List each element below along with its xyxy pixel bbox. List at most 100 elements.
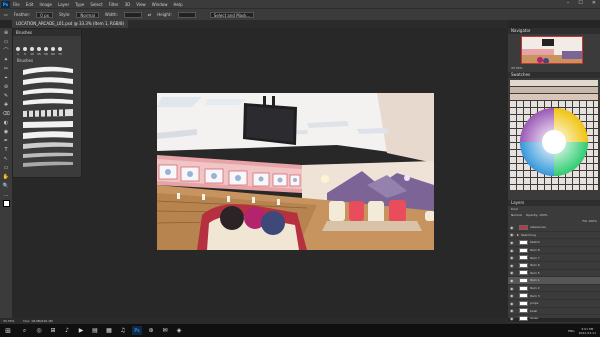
brush-preset[interactable]: 5 (23, 47, 27, 56)
move-tool-icon[interactable]: ⊕ (0, 28, 12, 37)
color-swatches-grid[interactable] (510, 80, 598, 190)
width-input[interactable] (123, 11, 142, 18)
opacity-input[interactable]: Opacity: 100% (526, 213, 548, 217)
document-canvas[interactable] (157, 93, 434, 250)
hand-tool-icon[interactable]: ✋ (0, 172, 12, 181)
files-icon[interactable]: ▤ (90, 326, 100, 335)
search-icon[interactable]: ⌕ (19, 326, 30, 335)
music-app-icon[interactable]: ♪ (62, 326, 72, 335)
layer-kind-filter[interactable]: Kind (511, 207, 518, 211)
select-and-mask-button[interactable]: Select and Mask... (209, 11, 255, 18)
eyedropper-tool-icon[interactable]: ⌖ (0, 73, 12, 82)
menu-file[interactable]: File (13, 2, 20, 7)
layer-row[interactable]: ◉ Item 8 (508, 247, 600, 255)
mail-icon[interactable]: ✉ (160, 326, 170, 335)
layer-row[interactable]: ◉ bowl (508, 308, 600, 316)
eye-icon[interactable]: ◉ (510, 308, 515, 313)
eye-icon[interactable]: ◉ (510, 316, 515, 321)
brush-preset[interactable]: 60 (51, 47, 55, 56)
layer-row[interactable]: ◉ Sketch (508, 239, 600, 247)
explorer-icon[interactable]: ⊞ (48, 326, 58, 335)
steam-icon[interactable]: ⊛ (146, 326, 156, 335)
menu-select[interactable]: Select (90, 2, 102, 7)
foreground-color-swatch[interactable] (0, 199, 12, 208)
brush-preset[interactable]: 50 (44, 47, 48, 56)
chrome-icon[interactable]: ◎ (34, 326, 44, 335)
eye-icon[interactable]: ◉ (510, 293, 515, 298)
eye-icon[interactable]: ◉ (510, 240, 515, 245)
magic-wand-tool-icon[interactable]: ✦ (0, 55, 12, 64)
media-player-icon[interactable]: ▶ (76, 326, 86, 335)
menu-image[interactable]: Image (39, 2, 52, 7)
layer-row[interactable]: ◉ lanes (508, 315, 600, 323)
brush-preset[interactable]: 1 (16, 47, 20, 56)
clock[interactable]: 3:01 PM 2022-03-11 (579, 327, 596, 335)
eye-icon[interactable]: ◉ (510, 255, 515, 260)
fill-input[interactable]: Fill: 100% (582, 219, 597, 223)
shape-tool-icon[interactable]: ▭ (0, 163, 12, 172)
store-icon[interactable]: ▦ (104, 326, 114, 335)
photoshop-logo-icon[interactable]: Ps (1, 0, 10, 8)
document-tab[interactable]: LOCATION_ARCADE_L01.psd @ 33.3% (Item 1,… (12, 20, 129, 28)
dodge-tool-icon[interactable]: ◉ (0, 127, 12, 136)
marquee-tool-icon[interactable]: ▭ (4, 12, 8, 17)
app-icon[interactable]: ◈ (174, 326, 184, 335)
eye-icon[interactable]: ◉ (510, 248, 515, 253)
menu-view[interactable]: View (136, 2, 146, 7)
menu-help[interactable]: Help (173, 2, 182, 7)
windows-start-icon[interactable]: ⊞ (3, 326, 13, 335)
gradient-tool-icon[interactable]: ◐ (0, 118, 12, 127)
navigator-preview[interactable] (521, 36, 583, 64)
spotify-icon[interactable]: ♫ (118, 326, 128, 335)
brush-stroke-list[interactable] (13, 64, 81, 174)
layer-row-selected[interactable]: ◉ Item 1 (508, 277, 600, 285)
eye-icon[interactable]: ◉ (510, 270, 515, 275)
minimize-button[interactable]: – (567, 0, 570, 6)
layer-group-references[interactable]: ◉ references (508, 224, 600, 232)
menu-type[interactable]: Type (75, 2, 84, 7)
eye-icon[interactable]: ◉ (510, 232, 515, 237)
menu-3d[interactable]: 3D (125, 2, 131, 7)
style-select[interactable]: Normal (76, 11, 99, 18)
blend-mode-select[interactable]: Normal (511, 213, 522, 217)
layer-row[interactable]: ◉ Item 7 (508, 254, 600, 262)
height-input[interactable] (177, 11, 196, 18)
marquee-tool-icon[interactable]: ▭ (0, 37, 12, 46)
menu-filter[interactable]: Filter (109, 2, 119, 7)
layer-row[interactable]: ◉ Item 2 (508, 285, 600, 293)
layer-group-sketching[interactable]: ◉ ▸ Sketching (508, 232, 600, 240)
zoom-tool-icon[interactable]: 🔍 (0, 181, 12, 190)
brush-tool-icon[interactable]: ✎ (0, 91, 12, 100)
brush-preset[interactable]: 25 (37, 47, 41, 56)
type-tool-icon[interactable]: T (0, 145, 12, 154)
photoshop-taskbar-icon[interactable]: Ps (132, 326, 142, 335)
eraser-tool-icon[interactable]: ⌫ (0, 109, 12, 118)
layer-row[interactable]: ◉ Item 3 (508, 292, 600, 300)
navigator-zoom[interactable]: 33.33% (511, 66, 522, 70)
close-button[interactable]: ✕ (592, 0, 596, 6)
healing-tool-icon[interactable]: ⊘ (0, 82, 12, 91)
eye-icon[interactable]: ◉ (510, 278, 515, 283)
brush-preset[interactable]: 70 (58, 47, 62, 56)
feather-input[interactable]: 0 px (36, 11, 53, 18)
eye-icon[interactable]: ◉ (510, 301, 515, 306)
layer-row[interactable]: ◉ Item 5 (508, 270, 600, 278)
pen-tool-icon[interactable]: ✒ (0, 136, 12, 145)
menu-edit[interactable]: Edit (26, 2, 34, 7)
path-select-tool-icon[interactable]: ↖ (0, 154, 12, 163)
language-indicator[interactable]: ENG (568, 329, 574, 333)
lasso-tool-icon[interactable]: ⌒ (0, 46, 12, 55)
eye-icon[interactable]: ◉ (510, 263, 515, 268)
menu-layer[interactable]: Layer (58, 2, 69, 7)
swap-icon[interactable]: ⇄ (148, 12, 151, 17)
stamp-tool-icon[interactable]: ✚ (0, 100, 12, 109)
layer-row[interactable]: ◉ Item 6 (508, 262, 600, 270)
menu-window[interactable]: Window (152, 2, 168, 7)
eye-icon[interactable]: ◉ (510, 225, 515, 230)
brush-preset[interactable]: 10 (30, 47, 34, 56)
eye-icon[interactable]: ◉ (510, 286, 515, 291)
status-zoom[interactable]: 33.33% (3, 319, 14, 323)
layer-row[interactable]: ◉ props (508, 300, 600, 308)
more-tools-icon[interactable]: … (0, 190, 12, 199)
maximize-button[interactable]: ☐ (578, 0, 582, 6)
